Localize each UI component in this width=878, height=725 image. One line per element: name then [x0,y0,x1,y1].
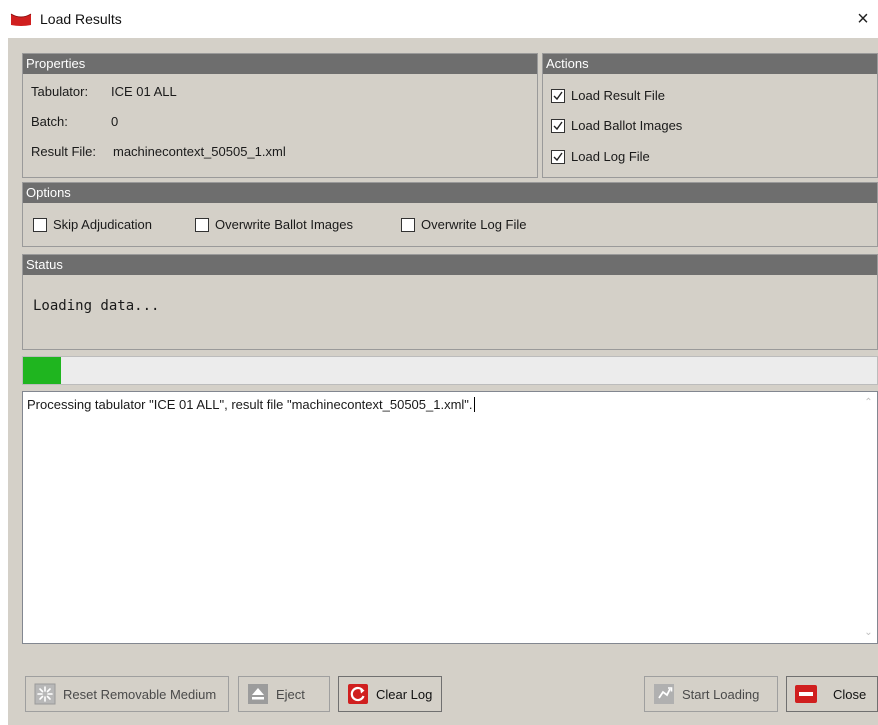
close-label: Close [833,686,867,702]
text-caret [473,397,475,412]
overwrite-log-file-checkbox[interactable]: Overwrite Log File [401,217,526,232]
result-file-row: Result File: machinecontext_50505_1.xml [31,144,286,159]
window-title: Load Results [40,11,122,27]
reset-removable-medium-label: Reset Removable Medium [63,686,217,702]
batch-value: 0 [111,114,119,129]
tabulator-label: Tabulator: [31,84,89,99]
refresh-icon [348,684,368,704]
clear-log-button[interactable]: Clear Log [338,676,442,712]
close-minus-icon [795,685,817,703]
scroll-up-icon[interactable]: ⌃ [860,394,877,411]
log-scrollbar[interactable]: ⌃ ⌄ [860,392,877,643]
load-log-file-checkbox[interactable]: Load Log File [551,149,650,164]
load-ballot-images-checkbox[interactable]: Load Ballot Images [551,118,682,133]
tabulator-value: ICE 01 ALL [111,84,177,99]
start-loading-label: Start Loading [682,686,760,702]
progress-bar [22,356,878,385]
red-ribbon-icon [10,13,32,26]
options-header: Options [23,183,877,203]
log-textarea[interactable]: Processing tabulator "ICE 01 ALL", resul… [22,391,878,644]
actions-panel: Actions Load Result File Load Ballot Ima… [542,53,878,178]
overwrite-ballot-images-checkbox[interactable]: Overwrite Ballot Images [195,217,353,232]
options-panel: Options Skip Adjudication Overwrite Ball… [22,182,878,247]
batch-label: Batch: [31,114,68,129]
checkbox-unchecked-icon [195,217,209,232]
result-file-value: machinecontext_50505_1.xml [113,144,286,159]
properties-header: Properties [23,54,537,74]
checkbox-checked-icon [551,118,565,133]
reset-medium-icon [34,683,56,705]
status-header: Status [23,255,877,275]
load-result-file-checkbox[interactable]: Load Result File [551,88,665,103]
actions-header: Actions [543,54,877,74]
checkbox-checked-icon [551,149,565,164]
skip-adjudication-checkbox[interactable]: Skip Adjudication [33,217,152,232]
progress-fill [23,357,62,384]
eject-label: Eject [276,686,305,702]
dialog-body: Properties Tabulator: ICE 01 ALL Batch: … [8,38,878,725]
checkbox-unchecked-icon [33,217,47,232]
result-file-label: Result File: [31,144,97,159]
log-text: Processing tabulator "ICE 01 ALL", resul… [27,397,475,412]
title-bar: Load Results × [0,0,878,38]
batch-row: Batch: 0 [31,114,118,129]
load-log-file-label: Load Log File [571,149,650,164]
tabulator-row: Tabulator: ICE 01 ALL [31,84,177,99]
skip-adjudication-label: Skip Adjudication [53,217,153,232]
reset-removable-medium-button[interactable]: Reset Removable Medium [25,676,229,712]
overwrite-ballot-images-label: Overwrite Ballot Images [215,217,353,232]
start-loading-button[interactable]: Start Loading [644,676,778,712]
eject-icon [248,684,268,704]
load-result-file-label: Load Result File [571,88,665,103]
status-text: Loading data... [33,298,160,314]
window-close-button[interactable]: × [848,2,878,36]
close-button[interactable]: Close [786,676,878,712]
properties-panel: Properties Tabulator: ICE 01 ALL Batch: … [22,53,538,178]
clear-log-label: Clear Log [376,686,433,702]
overwrite-log-file-label: Overwrite Log File [421,217,527,232]
status-panel: Status Loading data... [22,254,878,350]
start-loading-icon [654,684,674,704]
checkbox-unchecked-icon [401,217,415,232]
eject-button[interactable]: Eject [238,676,330,712]
checkbox-checked-icon [551,88,565,103]
load-ballot-images-label: Load Ballot Images [571,118,683,133]
scroll-down-icon[interactable]: ⌄ [860,624,877,641]
